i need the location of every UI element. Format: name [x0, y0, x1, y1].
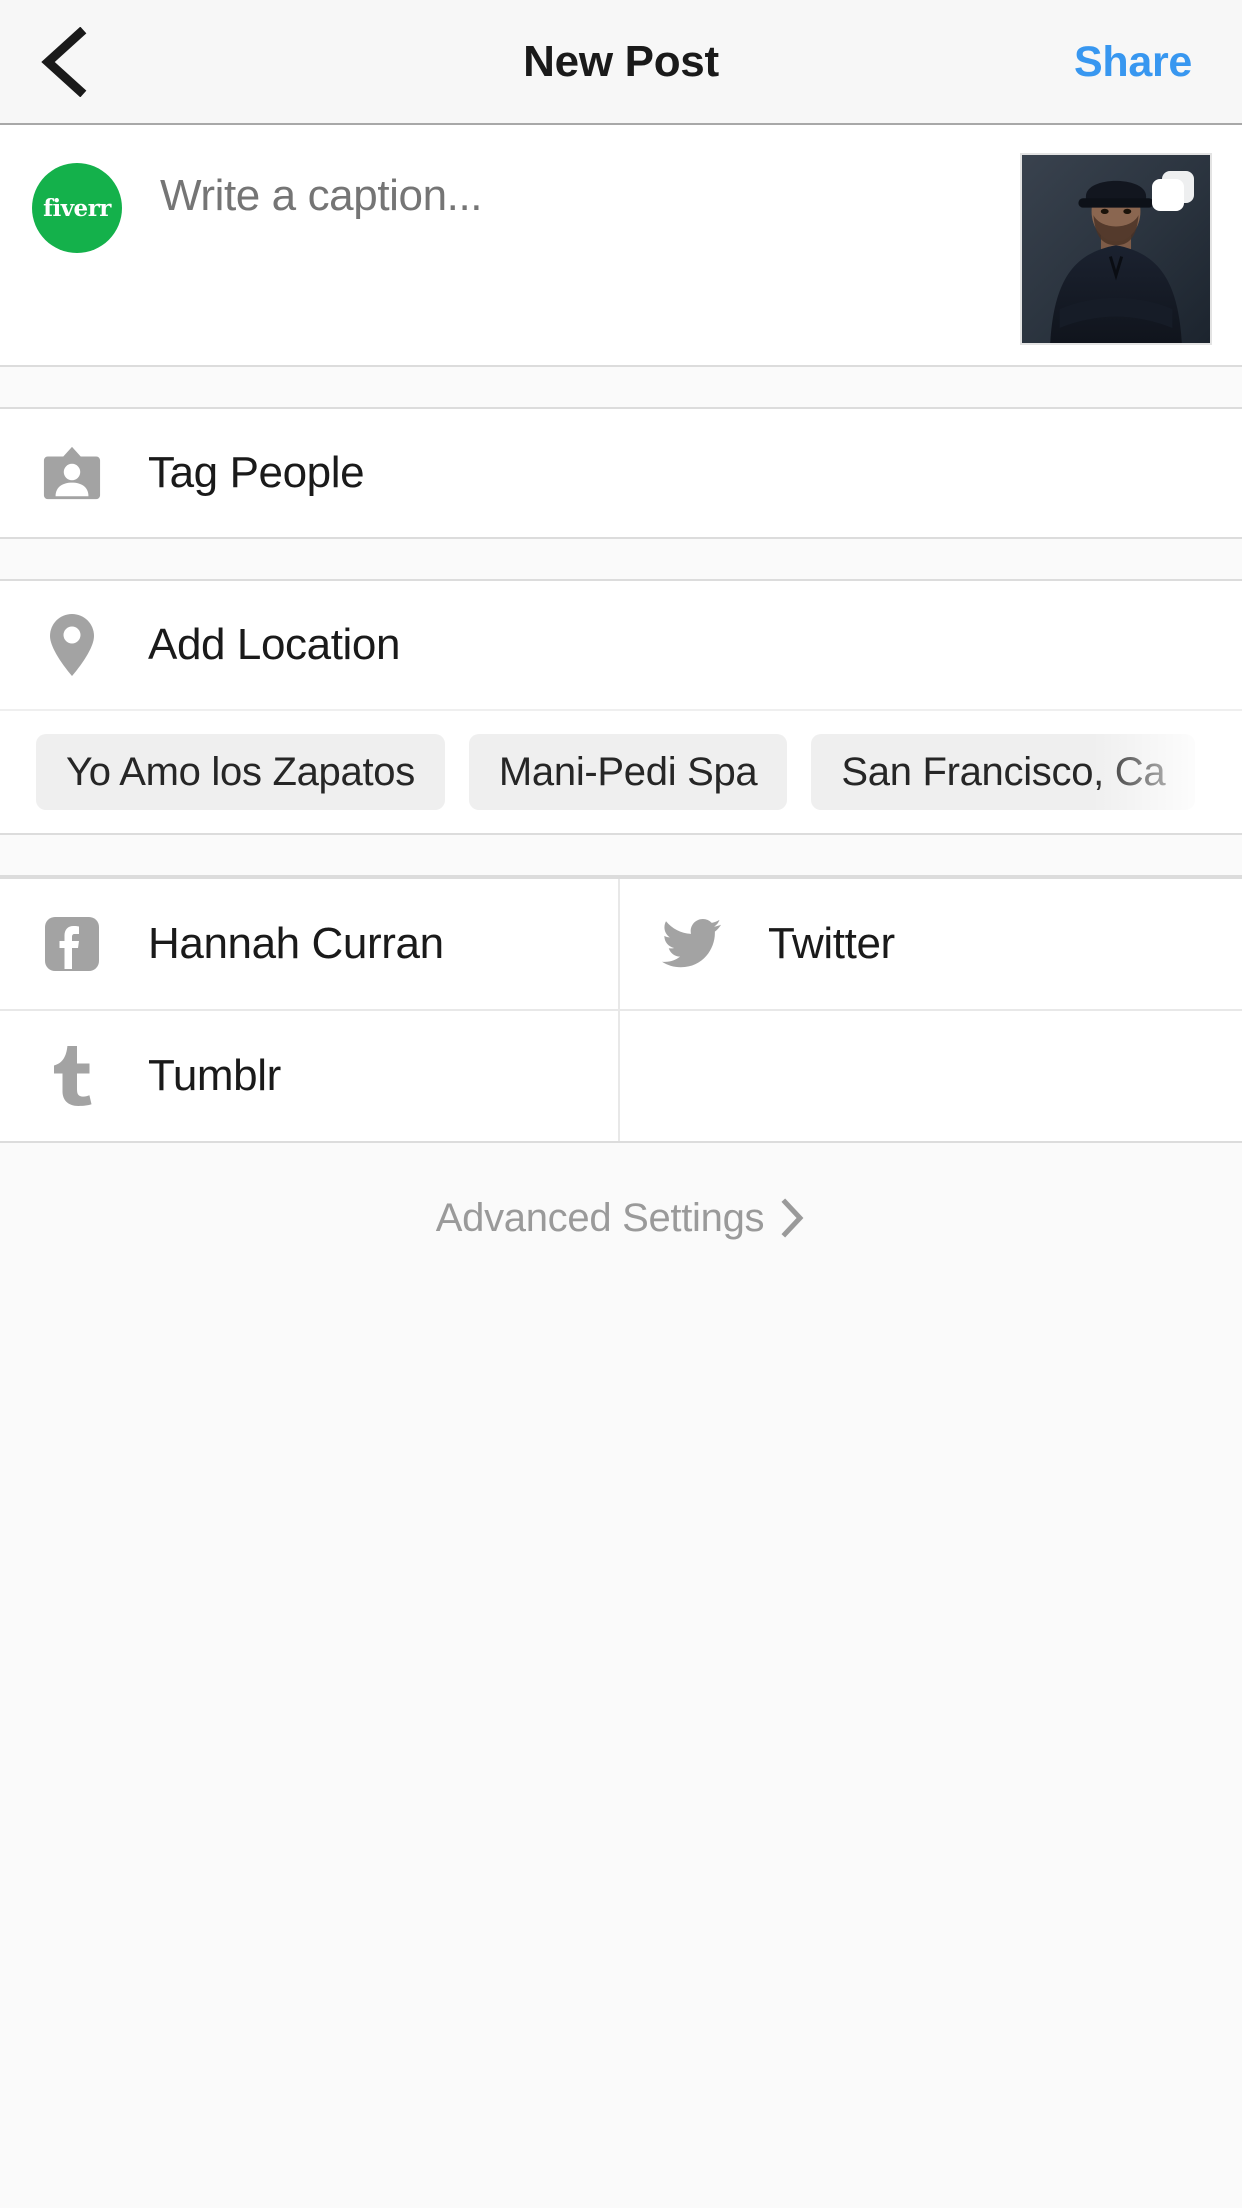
facebook-icon — [42, 915, 102, 973]
post-thumbnail[interactable] — [1020, 153, 1212, 345]
advanced-settings-button[interactable]: Advanced Settings — [0, 1143, 1242, 1293]
location-pin-icon — [42, 612, 102, 678]
tag-people-icon — [42, 442, 102, 504]
twitter-label: Twitter — [768, 919, 895, 968]
caption-section: fiverr — [0, 125, 1242, 365]
chevron-left-icon — [41, 26, 87, 97]
share-tumblr-cell[interactable]: Tumblr — [0, 1011, 620, 1141]
location-chip[interactable]: Mani-Pedi Spa — [468, 734, 788, 810]
avatar: fiverr — [32, 163, 122, 253]
location-chip[interactable]: Yo Amo los Zapatos — [36, 734, 445, 810]
social-empty-cell — [620, 1011, 1240, 1141]
chevron-right-icon — [781, 1198, 804, 1238]
share-twitter-cell[interactable]: Twitter — [620, 879, 1240, 1009]
page-title: New Post — [523, 36, 719, 86]
facebook-account-name: Hannah Curran — [148, 919, 444, 968]
share-button[interactable]: Share — [1074, 0, 1192, 125]
tag-people-row[interactable]: Tag People — [0, 409, 1242, 537]
new-post-screen: New Post Share fiverr Write a caption...… — [0, 0, 1242, 2208]
twitter-icon — [662, 916, 722, 972]
social-share-grid: Hannah Curran Twitter Tumblr — [0, 877, 1242, 1143]
location-suggestions: Yo Amo los Zapatos Mani-Pedi Spa San Fra… — [0, 709, 1242, 833]
social-row: Hannah Curran Twitter — [0, 879, 1242, 1009]
tumblr-icon — [42, 1045, 102, 1107]
social-row: Tumblr — [0, 1009, 1242, 1141]
add-location-label: Add Location — [148, 620, 401, 669]
advanced-settings-label: Advanced Settings — [435, 1195, 765, 1240]
navigation-bar: New Post Share — [0, 0, 1242, 125]
caption-input[interactable] — [160, 163, 1000, 221]
back-button[interactable] — [0, 0, 130, 124]
multiple-photos-icon — [1152, 171, 1194, 211]
share-facebook-cell[interactable]: Hannah Curran — [0, 879, 620, 1009]
add-location-row[interactable]: Add Location — [0, 581, 1242, 709]
section-spacer — [0, 365, 1242, 409]
section-spacer — [0, 537, 1242, 581]
location-chip[interactable]: San Francisco, Ca — [811, 734, 1196, 810]
tag-people-label: Tag People — [148, 448, 365, 497]
avatar-label: fiverr — [43, 194, 111, 222]
section-spacer — [0, 833, 1242, 877]
tumblr-label: Tumblr — [148, 1051, 281, 1100]
